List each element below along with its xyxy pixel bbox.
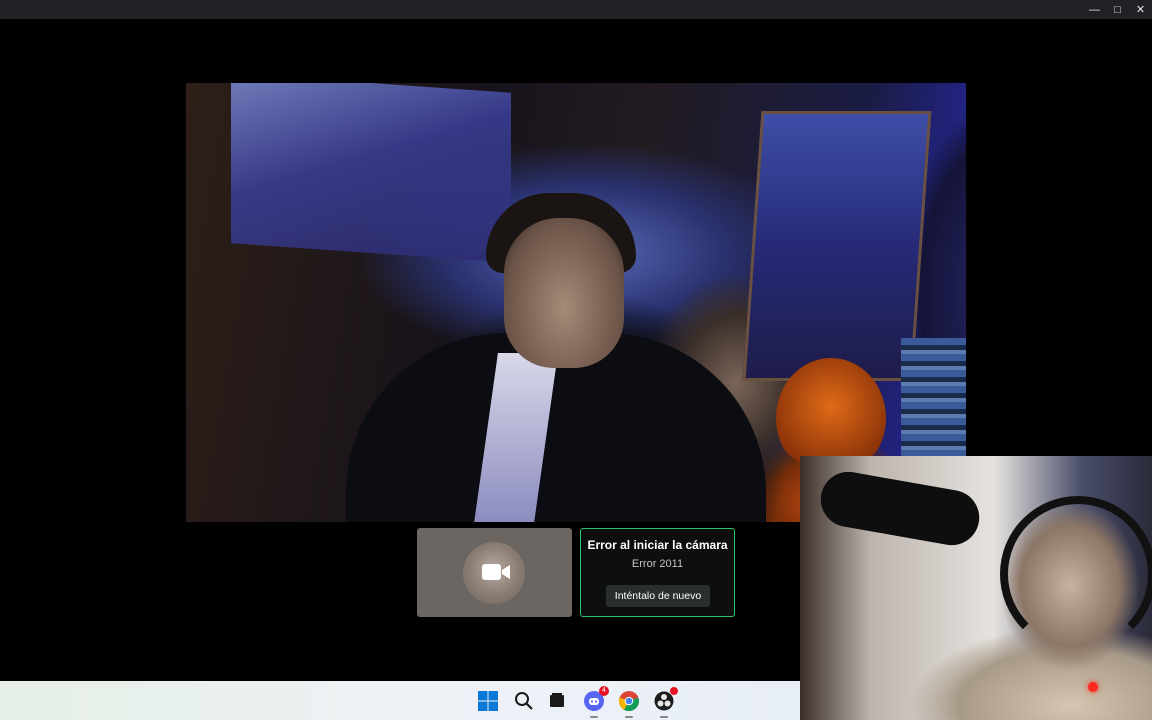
- participant-face: [504, 218, 624, 368]
- chrome-taskbar-button[interactable]: [617, 689, 641, 718]
- running-indicator: [590, 716, 598, 718]
- running-indicator: [625, 716, 633, 718]
- discord-badge: 4: [599, 686, 609, 696]
- start-button[interactable]: [476, 689, 500, 713]
- close-button[interactable]: ✕: [1129, 0, 1152, 19]
- search-icon: [515, 692, 533, 710]
- discord-taskbar-button[interactable]: 4: [582, 686, 609, 718]
- title-bar: — □ ✕: [0, 0, 1152, 19]
- error-code: Error 2011: [631, 558, 684, 570]
- streamer-webcam-overlay: [800, 456, 1152, 720]
- search-button[interactable]: [512, 689, 536, 713]
- taskbar: 4: [0, 681, 800, 720]
- camera-error-card: Error al iniciar la cámara Error 2011 In…: [580, 528, 735, 617]
- obs-notification-dot: [670, 687, 678, 695]
- live-indicator: [1088, 682, 1098, 692]
- running-indicator: [660, 716, 668, 718]
- chrome-icon: [619, 691, 639, 711]
- task-view-button[interactable]: [545, 689, 569, 713]
- windows-logo-icon: [478, 691, 498, 711]
- retry-button[interactable]: Inténtalo de nuevo: [606, 585, 710, 607]
- maximize-button[interactable]: □: [1106, 0, 1129, 19]
- headphones: [1000, 496, 1152, 652]
- microphone: [816, 467, 984, 550]
- error-title: Error al iniciar la cámara: [587, 538, 728, 552]
- window-controls: — □ ✕: [1083, 0, 1152, 19]
- obs-taskbar-button[interactable]: [652, 687, 678, 718]
- minimize-button[interactable]: —: [1083, 0, 1106, 19]
- video-camera-icon: [482, 564, 510, 580]
- task-view-icon: [550, 693, 564, 707]
- wall-poster-left: [231, 83, 511, 263]
- self-view-tile[interactable]: [417, 528, 572, 617]
